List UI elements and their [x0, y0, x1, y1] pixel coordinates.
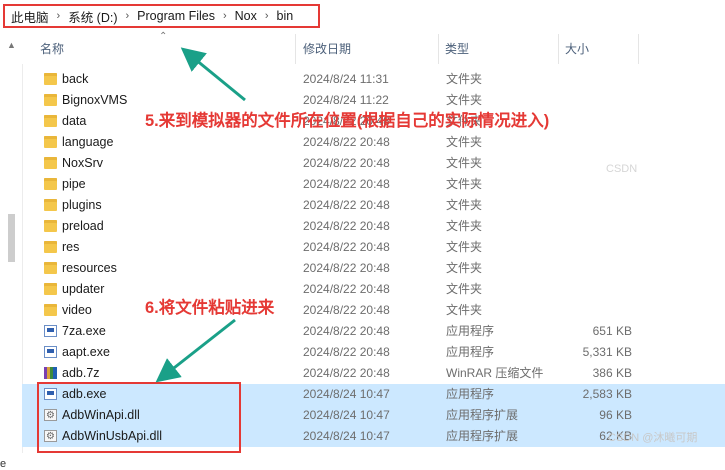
annotation-arrows — [155, 47, 246, 383]
watermark: CSDN @沐曦可期 — [608, 432, 698, 444]
watermark-side: CSDN — [606, 163, 638, 175]
arrow-to-breadcrumb — [180, 47, 246, 102]
nav-item-partial[interactable]: e — [0, 458, 6, 470]
arrow-to-pasted-files — [155, 318, 236, 383]
